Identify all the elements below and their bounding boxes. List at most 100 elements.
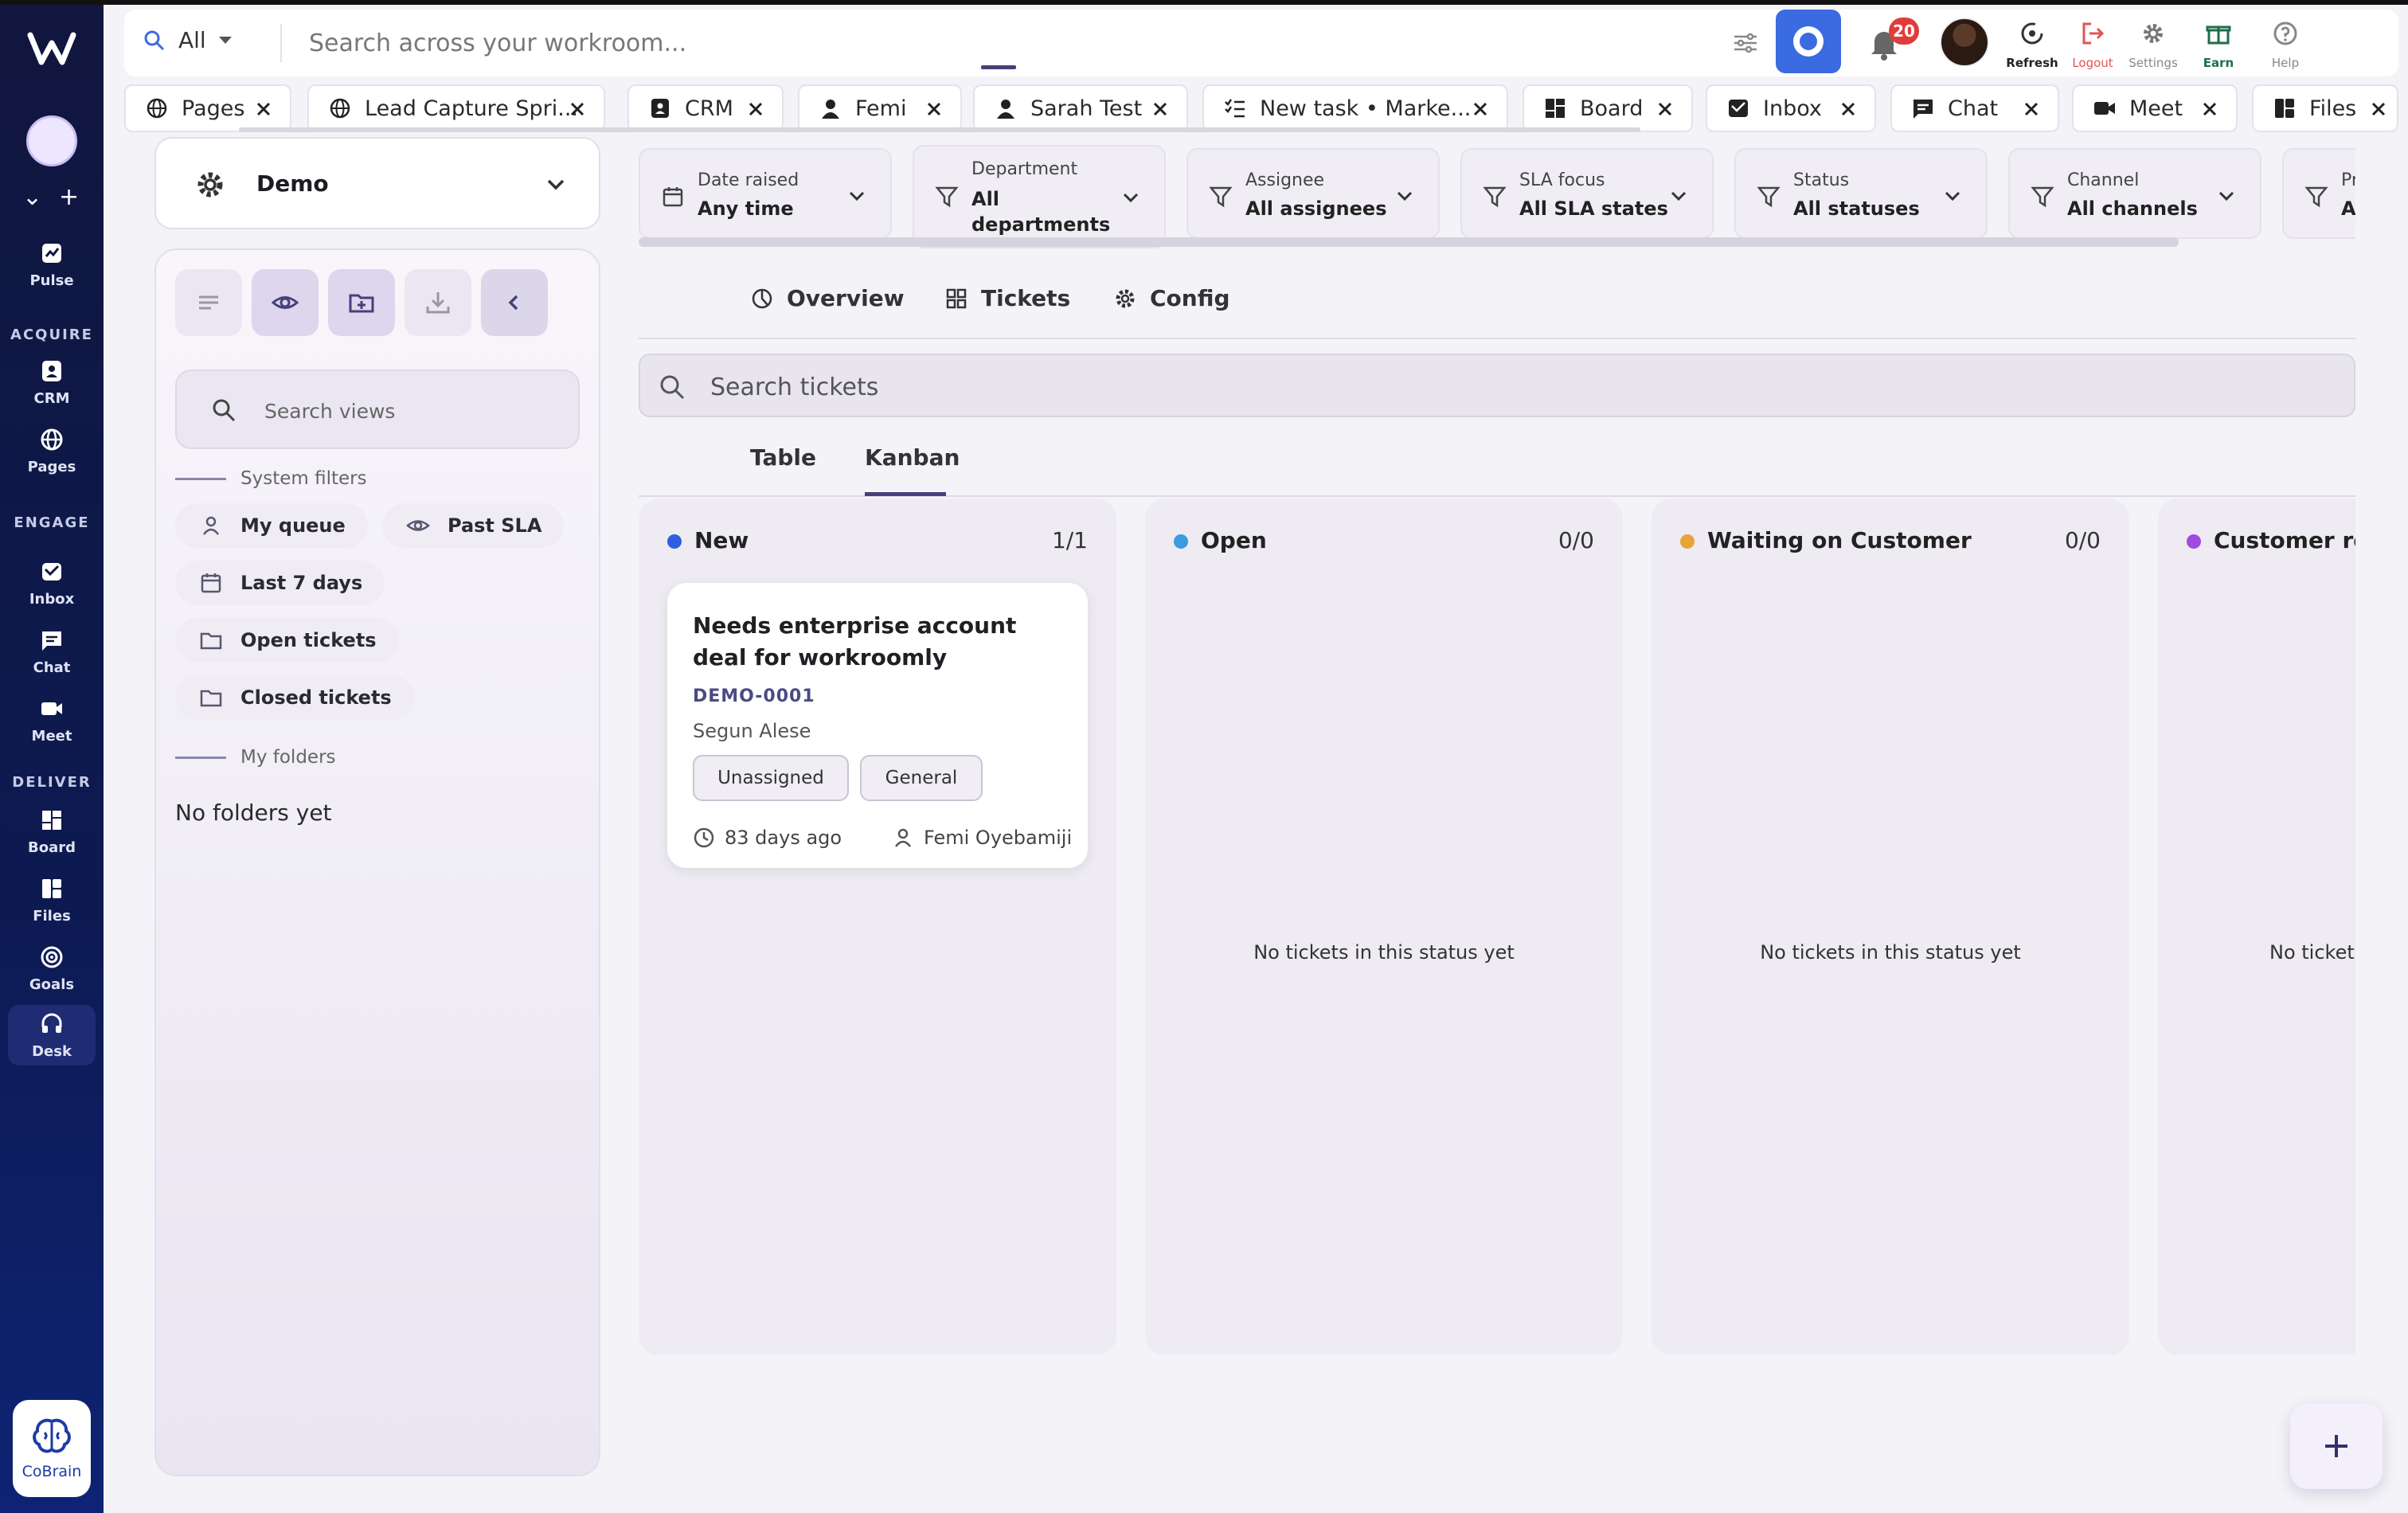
close-icon[interactable] [2198, 97, 2222, 121]
help-button[interactable]: Help [2254, 14, 2317, 75]
close-icon[interactable] [1653, 97, 1677, 121]
divider [175, 756, 226, 759]
rail-item-inbox[interactable]: Inbox [8, 553, 96, 613]
earn-button[interactable]: Earn [2187, 14, 2250, 75]
visibility-button[interactable] [252, 269, 319, 336]
open-tab-files[interactable]: Files [2252, 84, 2398, 132]
close-icon[interactable] [252, 97, 276, 121]
open-tab-label: Sarah Test [1030, 96, 1143, 121]
rail-item-desk[interactable]: Desk [8, 1005, 96, 1065]
close-icon[interactable] [1468, 97, 1492, 121]
no-folders-message: No folders yet [175, 800, 332, 826]
tab-overview[interactable]: Overview [750, 285, 905, 311]
ticket-age: 83 days ago [693, 827, 842, 849]
settings-button[interactable]: Settings [2121, 14, 2185, 75]
ticket-id[interactable]: DEMO-0001 [693, 686, 815, 706]
app-logo[interactable] [27, 29, 76, 68]
workspace-avatar[interactable] [26, 115, 77, 166]
close-icon[interactable] [922, 97, 946, 121]
rail-label: Goals [29, 975, 75, 993]
rail-item-board[interactable]: Board [8, 801, 96, 862]
filter-chip-open-tickets[interactable]: Open tickets [175, 618, 399, 663]
ticket-search-input[interactable] [710, 369, 2223, 405]
close-icon[interactable] [1836, 97, 1860, 121]
chevron-down-icon[interactable]: ⌄ [22, 183, 42, 211]
views-search-input[interactable] [264, 395, 567, 427]
open-tab-crm[interactable]: CRM [627, 84, 784, 132]
logout-button[interactable]: Logout [2061, 14, 2125, 75]
open-tab-chat[interactable]: Chat [1890, 84, 2059, 132]
globe-icon [147, 98, 167, 119]
pulse-icon [42, 243, 61, 263]
crm-icon [42, 360, 61, 381]
tab-kanban[interactable]: Kanban [865, 444, 960, 471]
open-tab-sarah-test[interactable]: Sarah Test [973, 84, 1188, 132]
sliders-icon[interactable] [1730, 27, 1761, 59]
rail-item-goals[interactable]: Goals [8, 938, 96, 999]
filter-value: All assignees [1245, 197, 1387, 220]
search-scope-select[interactable]: All [143, 27, 232, 53]
refresh-button[interactable]: Refresh [2000, 14, 2064, 75]
filters-scrollbar[interactable] [639, 237, 2179, 247]
tab-table[interactable]: Table [750, 444, 816, 471]
ticket-card[interactable]: Needs enterprise account deal for workro… [667, 583, 1088, 868]
add-ticket-button[interactable] [2290, 1403, 2383, 1489]
global-search-input[interactable] [309, 25, 1822, 61]
open-tab-pages[interactable]: Pages [124, 84, 291, 132]
open-tab-lead-capture[interactable]: Lead Capture Spri... [307, 84, 605, 132]
rail-item-files[interactable]: Files [8, 870, 96, 930]
empty-column-message: No tickets [2269, 941, 2355, 964]
filter-department[interactable]: Department All departments [913, 145, 1166, 248]
assignee-tag[interactable]: Unassigned [693, 755, 849, 801]
filter-chip-past-sla[interactable]: Past SLA [382, 503, 565, 548]
filter-sla-focus[interactable]: SLA focus All SLA states [1460, 148, 1714, 239]
close-icon[interactable] [2367, 97, 2390, 121]
close-icon[interactable] [1148, 97, 1172, 121]
rail-item-pages[interactable]: Pages [8, 420, 96, 481]
filter-chip-my-queue[interactable]: My queue [175, 503, 368, 548]
filter-date-raised[interactable]: Date raised Any time [639, 148, 892, 239]
column-title: Customer res [2214, 527, 2355, 553]
user-avatar[interactable] [1940, 18, 1989, 67]
new-folder-button[interactable] [328, 269, 395, 336]
filter-chip-last-7-days[interactable]: Last 7 days [175, 561, 385, 605]
plus-icon[interactable]: + [59, 183, 79, 211]
settings-label: Settings [2128, 56, 2178, 70]
rail-item-meet[interactable]: Meet [8, 690, 96, 750]
filter-channel[interactable]: Channel All channels [2008, 148, 2261, 239]
collapse-panel-button[interactable] [481, 269, 548, 336]
tab-tickets[interactable]: Tickets [944, 285, 1070, 311]
tab-config[interactable]: Config [1113, 285, 1230, 311]
cobrain-button[interactable]: CoBrain [13, 1400, 91, 1497]
funnel-icon [935, 186, 959, 208]
open-tab-board[interactable]: Board [1523, 84, 1693, 132]
close-icon[interactable] [2019, 97, 2043, 121]
my-folders-heading: My folders [175, 747, 336, 768]
target-icon [41, 946, 63, 968]
filter-chip-closed-tickets[interactable]: Closed tickets [175, 675, 414, 720]
files-icon [42, 878, 61, 898]
rail-item-crm[interactable]: CRM [8, 352, 96, 412]
close-icon[interactable] [565, 97, 589, 121]
search-button[interactable] [1776, 10, 1841, 73]
open-tab-meet[interactable]: Meet [2072, 84, 2238, 132]
open-tab-femi[interactable]: Femi [798, 84, 962, 132]
main-tabs: Overview Tickets Config [639, 271, 2355, 339]
open-tab-new-task[interactable]: New task • Marke... [1202, 84, 1508, 132]
close-icon[interactable] [744, 97, 768, 121]
tabs-scrollbar[interactable] [239, 127, 1640, 132]
workspace-select[interactable]: Demo [154, 137, 600, 229]
open-tab-label: Meet [2129, 96, 2183, 121]
video-icon [2094, 102, 2115, 115]
filter-priority[interactable]: Pr Ar [2282, 148, 2355, 239]
filter-assignee[interactable]: Assignee All assignees [1186, 148, 1440, 239]
open-tab-inbox[interactable]: Inbox [1706, 84, 1876, 132]
list-view-button[interactable] [175, 269, 242, 336]
chevron-down-icon [849, 191, 865, 201]
rail-item-pulse[interactable]: Pulse [8, 234, 96, 295]
open-tab-label: Files [2309, 96, 2357, 121]
filter-status[interactable]: Status All statuses [1734, 148, 1988, 239]
department-tag[interactable]: General [860, 755, 983, 801]
rail-item-chat[interactable]: Chat [8, 621, 96, 682]
download-button[interactable] [405, 269, 471, 336]
